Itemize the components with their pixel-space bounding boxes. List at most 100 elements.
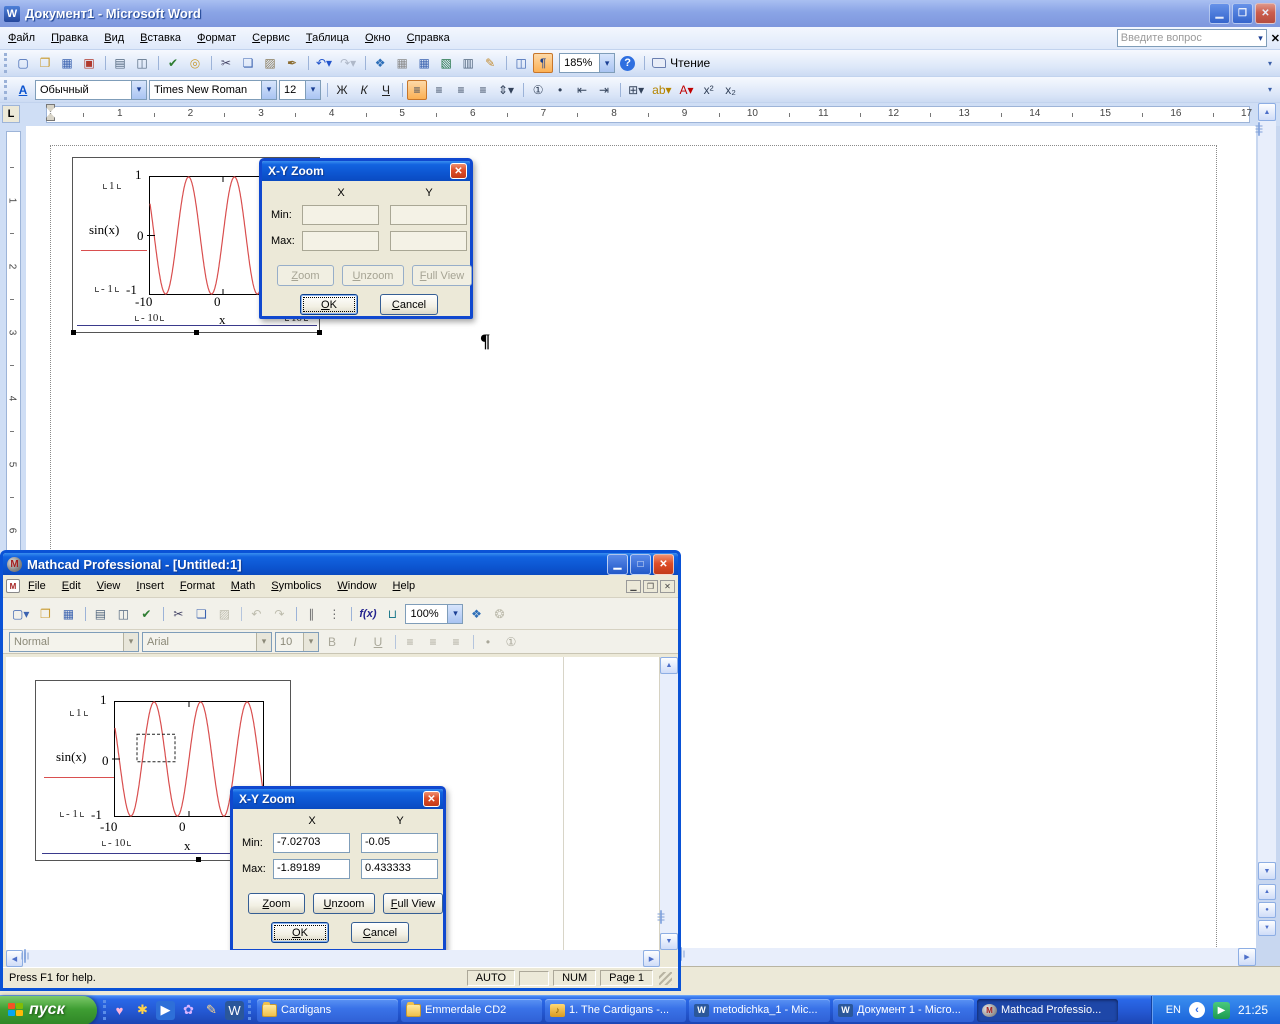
selection-handle[interactable]	[71, 330, 76, 335]
dialog-titlebar[interactable]: X-Y Zoom ✕	[233, 789, 443, 809]
tab-selector[interactable]: L	[2, 105, 20, 123]
select-browse-object-icon[interactable]: ●	[1258, 902, 1276, 918]
restore-icon[interactable]: ❐	[1232, 3, 1253, 24]
numbered-list-icon[interactable]: ①	[523, 80, 548, 100]
align-center-icon[interactable]: ≡	[429, 80, 449, 100]
maximize-icon[interactable]: □	[630, 553, 651, 575]
spelling-icon[interactable]: ✔	[158, 53, 183, 73]
close-icon[interactable]: ✕	[653, 553, 674, 575]
chevron-down-icon[interactable]: ▾	[131, 80, 146, 99]
underline-icon[interactable]: U	[368, 632, 388, 652]
zoom-combobox[interactable]: 185% ▾	[559, 53, 616, 73]
permission-icon[interactable]: ▣	[79, 53, 99, 73]
underline-icon[interactable]: Ч	[376, 80, 396, 100]
print-icon[interactable]: ▤	[85, 604, 110, 624]
bold-icon[interactable]: Ж	[327, 80, 352, 100]
menu-item[interactable]: View	[89, 576, 129, 596]
taskbar-task-button[interactable]: ♪ 1. The Cardigans -...	[545, 998, 686, 1022]
menu-item[interactable]: Edit	[54, 576, 89, 596]
align-right-icon[interactable]: ≡	[451, 80, 471, 100]
copy-icon[interactable]: ❏	[191, 604, 211, 624]
mathcad-titlebar[interactable]: M Mathcad Professional - [Untitled:1] ▁ …	[3, 553, 678, 575]
language-indicator[interactable]: EN	[1166, 1004, 1181, 1016]
taskbar-task-button[interactable]: Emmerdale CD2	[401, 998, 542, 1022]
cancel-button[interactable]: Cancel	[351, 922, 409, 943]
min-x-field[interactable]	[302, 205, 379, 225]
zoom-button[interactable]: Zoom	[277, 265, 334, 286]
quick-launch-icon-5[interactable]: ✎	[202, 1001, 221, 1020]
format-painter-icon[interactable]: ✒	[282, 53, 302, 73]
min-x-field[interactable]: -7.02703	[273, 833, 350, 853]
chevron-down-icon[interactable]: ▾	[303, 632, 318, 651]
chevron-down-icon[interactable]: ▾	[599, 54, 615, 72]
full-view-button[interactable]: Full View	[383, 893, 443, 914]
bullet-list-icon[interactable]: •	[473, 632, 498, 652]
minimize-icon[interactable]: ▁	[607, 553, 628, 575]
minimize-icon[interactable]: ▁	[1209, 3, 1230, 24]
insert-function-icon[interactable]: f(x)	[351, 604, 379, 624]
selection-handle[interactable]	[194, 330, 199, 335]
print-preview-icon[interactable]: ◫	[132, 53, 152, 73]
quick-launch-icon-2[interactable]: ✱	[133, 1001, 152, 1020]
menu-item[interactable]: Window	[329, 576, 384, 596]
chevron-down-icon[interactable]: ▾	[261, 80, 276, 99]
tray-app-icon[interactable]: ▶	[1212, 1001, 1230, 1019]
font-combobox[interactable]: Times New Roman ▾	[149, 79, 277, 100]
insert-excel-worksheet-icon[interactable]: ▧	[436, 53, 456, 73]
unzoom-button[interactable]: Unzoom	[342, 265, 404, 286]
chevron-down-icon[interactable]: ▾	[305, 80, 320, 99]
ok-button[interactable]: OK	[271, 922, 329, 943]
zoom-button[interactable]: Zoom	[248, 893, 305, 914]
align-left-icon[interactable]: ≡	[395, 632, 420, 652]
toolbar-options-icon[interactable]: ▾	[1264, 59, 1276, 67]
scroll-down-icon[interactable]: ▼	[1258, 862, 1276, 880]
decrease-indent-icon[interactable]: ⇤	[572, 80, 592, 100]
browse-previous-icon[interactable]: ▲	[1258, 884, 1276, 900]
undo-icon[interactable]: ↶▾	[307, 53, 335, 73]
tables-and-borders-icon[interactable]: ▦	[392, 53, 412, 73]
italic-icon[interactable]: К	[354, 80, 374, 100]
new-worksheet-icon[interactable]: ▢▾	[9, 604, 32, 624]
font-color-icon[interactable]: А▾	[677, 80, 697, 100]
insert-hyperlink-icon[interactable]: ❖	[365, 53, 390, 73]
quick-launch-icon-1[interactable]: ♥	[110, 1001, 129, 1020]
cut-icon[interactable]: ✂	[163, 604, 188, 624]
word-vertical-scrollbar[interactable]: ▲ ▼ ▲ ● ▼	[1258, 103, 1276, 936]
document-map-icon[interactable]: ◫	[506, 53, 531, 73]
save-icon[interactable]: ▦	[58, 604, 78, 624]
mathcad-horizontal-scrollbar[interactable]: ◀ ▶	[6, 949, 660, 967]
columns-icon[interactable]: ▥	[458, 53, 478, 73]
justify-icon[interactable]: ≡	[473, 80, 493, 100]
print-preview-icon[interactable]: ◫	[113, 604, 133, 624]
scroll-right-icon[interactable]: ▶	[643, 950, 660, 967]
toolbar-grip[interactable]	[248, 1000, 251, 1020]
mathcad-vertical-scrollbar[interactable]: ▲ ▼	[660, 657, 678, 950]
menu-item[interactable]: Файл	[0, 28, 43, 48]
selection-handle[interactable]	[317, 330, 322, 335]
chevron-down-icon[interactable]: ▾	[256, 632, 271, 651]
scroll-right-icon[interactable]: ▶	[1238, 948, 1256, 966]
superscript-icon[interactable]: x²	[699, 80, 719, 100]
highlight-icon[interactable]: ab▾	[649, 80, 674, 100]
bold-icon[interactable]: B	[322, 632, 342, 652]
max-x-field[interactable]	[302, 231, 379, 251]
menu-item[interactable]: File	[20, 576, 54, 596]
quick-launch-word-icon[interactable]: W	[225, 1000, 244, 1020]
font-size-combobox[interactable]: 10 ▾	[275, 631, 319, 652]
min-y-field[interactable]: -0.05	[361, 833, 438, 853]
redo-icon[interactable]: ↷	[269, 604, 289, 624]
max-y-field[interactable]	[390, 231, 467, 251]
taskbar-task-button[interactable]: W Документ 1 - Micro...	[833, 998, 974, 1022]
numbered-list-icon[interactable]: ①	[501, 632, 521, 652]
quick-launch-media-player-icon[interactable]: ▶	[156, 1000, 175, 1020]
menu-item[interactable]: Вставка	[132, 28, 189, 48]
menu-item[interactable]: Правка	[43, 28, 96, 48]
taskbar-task-button[interactable]: Cardigans	[257, 998, 398, 1022]
insert-unit-icon[interactable]: ⊔	[382, 604, 402, 624]
max-x-field[interactable]: -1.89189	[273, 859, 350, 879]
selection-handle[interactable]	[196, 857, 201, 862]
font-combobox[interactable]: Arial ▾	[142, 631, 272, 652]
menu-item[interactable]: Таблица	[298, 28, 357, 48]
menu-item[interactable]: Format	[172, 576, 223, 596]
scroll-up-icon[interactable]: ▲	[660, 657, 678, 674]
